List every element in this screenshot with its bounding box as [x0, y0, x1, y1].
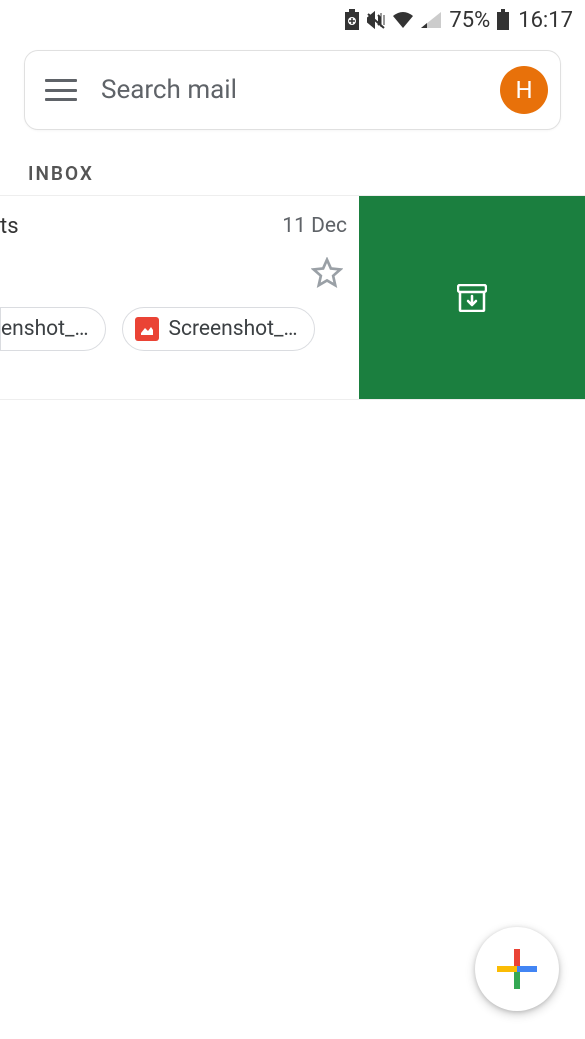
search-bar[interactable]: Search mail H [24, 50, 561, 130]
attachment-label: Screenshot_… [169, 317, 298, 341]
wifi-icon [391, 10, 415, 30]
email-list: ts 11 Dec enshot_… Screenshot_… [0, 195, 585, 400]
star-icon[interactable] [311, 257, 343, 289]
plus-icon [497, 949, 537, 989]
profile-avatar[interactable]: H [500, 66, 548, 114]
email-date: 11 Dec [282, 214, 347, 238]
email-sender: ts [0, 214, 19, 239]
clock-time: 16:17 [518, 8, 573, 33]
battery-icon [496, 9, 510, 31]
attachment-chip[interactable]: Screenshot_… [122, 307, 315, 351]
battery-percent: 75% [449, 8, 490, 33]
compose-button[interactable] [475, 927, 559, 1011]
avatar-initial: H [515, 76, 532, 104]
swipe-archive-action[interactable] [359, 196, 585, 399]
mute-icon [365, 9, 387, 31]
image-icon [135, 317, 159, 341]
status-icons [343, 9, 441, 31]
email-item[interactable]: ts 11 Dec enshot_… Screenshot_… [0, 196, 359, 399]
battery-saver-icon [343, 9, 361, 31]
signal-icon [419, 10, 441, 30]
status-bar: 75% 16:17 [0, 0, 585, 40]
attachment-label: enshot_… [1, 317, 89, 341]
archive-icon [457, 284, 487, 312]
attachment-chip[interactable]: enshot_… [0, 307, 106, 351]
menu-icon[interactable] [45, 79, 77, 101]
section-header-inbox: INBOX [0, 162, 585, 185]
search-input[interactable]: Search mail [101, 75, 500, 105]
